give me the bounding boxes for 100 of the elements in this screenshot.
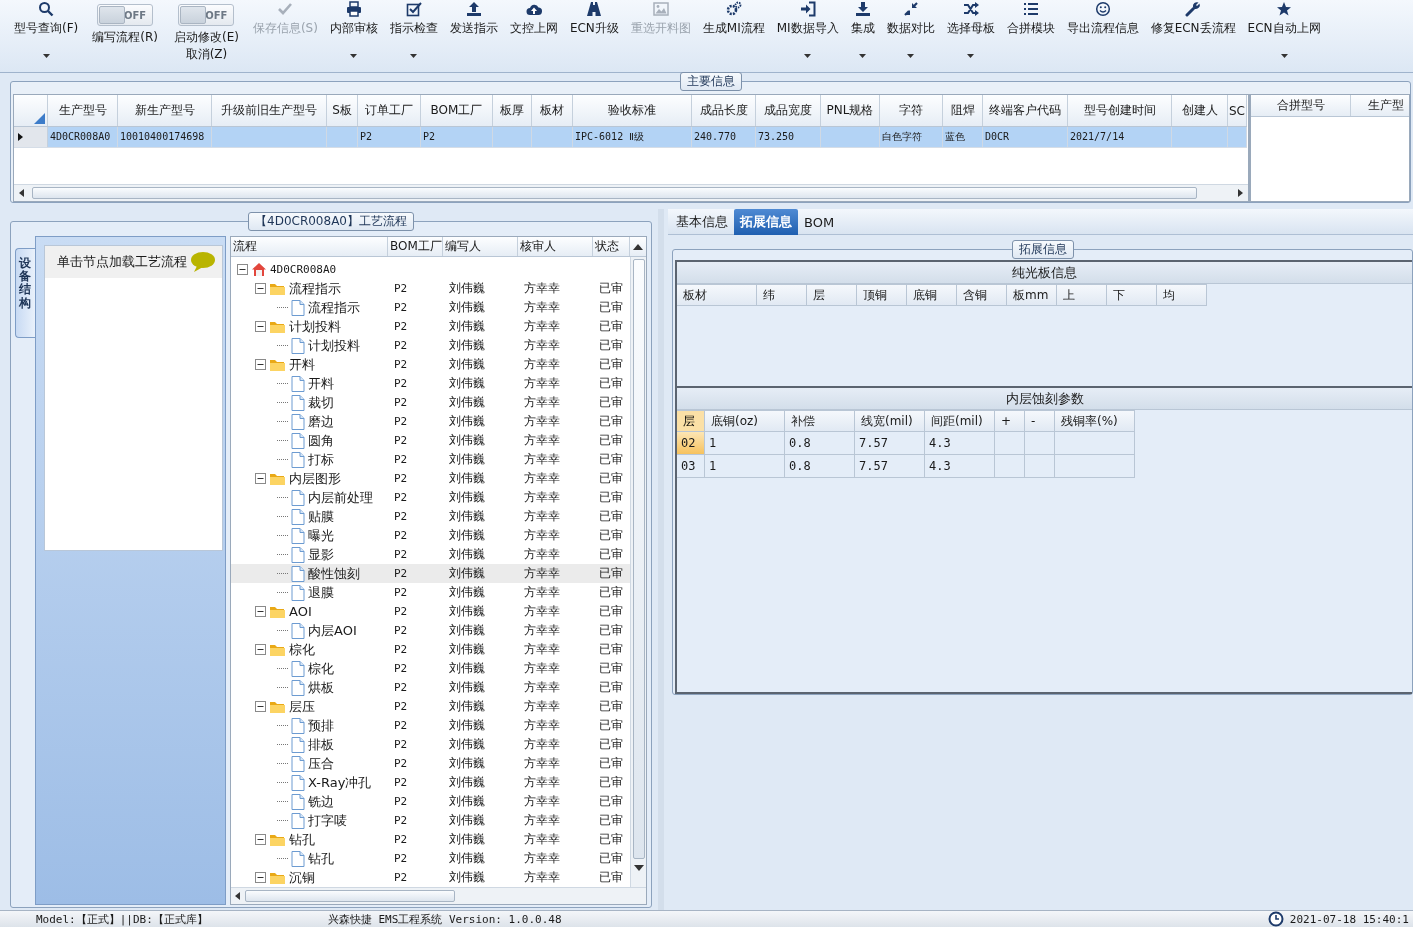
collapse-icon[interactable] xyxy=(255,644,266,655)
column-header[interactable]: SC xyxy=(1228,95,1247,126)
tree-node[interactable]: 打标 xyxy=(308,450,334,469)
column-header[interactable]: 残铜率(%) xyxy=(1055,410,1135,432)
tree-node[interactable]: AOI xyxy=(289,604,312,619)
toolbar-button[interactable]: 导出流程信息 xyxy=(1060,0,1145,70)
tree-node[interactable]: 内层AOI xyxy=(308,621,357,640)
tree-node[interactable]: 棕化 xyxy=(308,659,334,678)
column-header[interactable]: BOM工厂 xyxy=(421,95,493,126)
tree-node[interactable]: 铣边 xyxy=(308,792,334,811)
column-header[interactable]: 底铜(oz) xyxy=(705,410,785,432)
column-header[interactable]: 间距(mil) xyxy=(925,410,995,432)
tree-node[interactable]: 流程指示 xyxy=(289,279,341,298)
column-header[interactable]: 层 xyxy=(677,410,705,432)
scrollbar-thumb[interactable] xyxy=(32,187,1197,199)
tab[interactable]: 拓展信息 xyxy=(734,209,798,235)
tree-node[interactable]: 钻孔 xyxy=(308,849,334,868)
tree-node[interactable]: 计划投料 xyxy=(289,317,341,336)
toolbar-button[interactable]: 集成 xyxy=(844,0,881,70)
column-header[interactable]: 补偿 xyxy=(785,410,855,432)
column-header[interactable]: 生产型 xyxy=(1351,95,1409,116)
collapse-icon[interactable] xyxy=(255,473,266,484)
toolbar-button[interactable]: 合拼模块 xyxy=(1000,0,1061,70)
column-header[interactable]: 终端客户代码 xyxy=(983,95,1068,126)
tree-node[interactable]: 压合 xyxy=(308,754,334,773)
collapse-icon[interactable] xyxy=(255,359,266,370)
column-header[interactable]: S板 xyxy=(327,95,358,126)
tree-node[interactable]: 预排 xyxy=(308,716,334,735)
column-header[interactable]: 型号创建时间 xyxy=(1068,95,1172,126)
collapse-icon[interactable] xyxy=(255,701,266,712)
tree-node[interactable]: 钻孔 xyxy=(289,830,315,849)
toolbar-button[interactable]: 修复ECN丢流程 xyxy=(1144,0,1242,70)
tree-node[interactable]: 开料 xyxy=(308,374,334,393)
toolbar-button[interactable]: ECN升级 xyxy=(563,0,625,70)
tree-node[interactable]: 酸性蚀刻 xyxy=(308,564,360,583)
column-header[interactable]: 状态 xyxy=(593,237,630,256)
tree-node[interactable]: 流程指示 xyxy=(308,298,360,317)
side-tab[interactable]: 设备结构 xyxy=(15,248,35,338)
select-all-icon[interactable] xyxy=(34,113,45,124)
toolbar-button[interactable]: 生成MI流程 xyxy=(696,0,771,70)
column-header[interactable]: 验收标准 xyxy=(573,95,692,126)
column-header[interactable]: 纬 xyxy=(757,284,807,306)
collapse-icon[interactable] xyxy=(255,872,266,883)
column-header[interactable]: 字符 xyxy=(880,95,943,126)
column-header[interactable]: 流程 xyxy=(231,237,388,256)
toggle-switch[interactable]: OFF xyxy=(97,4,154,26)
column-header[interactable]: 板厚 xyxy=(493,95,532,126)
column-header[interactable]: 成品长度 xyxy=(692,95,756,126)
toolbar-button[interactable]: 内部审核 xyxy=(323,0,384,70)
scrollbar-thumb[interactable] xyxy=(245,890,455,902)
toggle-switch[interactable]: OFF xyxy=(178,4,235,26)
collapse-icon[interactable] xyxy=(255,834,266,845)
column-header[interactable]: PNL规格 xyxy=(821,95,880,126)
column-header[interactable]: 新生产型号 xyxy=(118,95,212,126)
tree-node[interactable]: 打字唛 xyxy=(308,811,347,830)
tree-node[interactable]: 棕化 xyxy=(289,640,315,659)
tree-node[interactable]: 显影 xyxy=(308,545,334,564)
column-header[interactable]: 编写人 xyxy=(443,237,518,256)
tree-node[interactable]: 开料 xyxy=(289,355,315,374)
column-header[interactable]: 核审人 xyxy=(518,237,593,256)
tree-node[interactable]: 贴膜 xyxy=(308,507,334,526)
column-header[interactable]: 板mm xyxy=(1007,284,1057,306)
scroll-up-icon[interactable] xyxy=(633,243,643,250)
toolbar-button[interactable]: 型号查询(F) xyxy=(8,0,85,70)
tree-node[interactable]: 退膜 xyxy=(308,583,334,602)
toolbar-button[interactable]: 指示检查 xyxy=(383,0,444,70)
scroll-down-icon[interactable] xyxy=(633,865,644,871)
tree-node[interactable]: 排板 xyxy=(308,735,334,754)
tree-node[interactable]: 4D0CR008A0 xyxy=(270,263,337,276)
toolbar-button[interactable]: 数据对比 xyxy=(880,0,941,70)
column-header[interactable]: + xyxy=(995,410,1025,432)
collapse-icon[interactable] xyxy=(255,606,266,617)
tree-node[interactable]: 层压 xyxy=(289,697,315,716)
tree-node[interactable]: 内层前处理 xyxy=(308,488,373,507)
column-header[interactable]: 线宽(mil) xyxy=(855,410,925,432)
column-header[interactable]: 合拼型号 xyxy=(1251,95,1351,116)
column-header[interactable]: 生产型号 xyxy=(48,95,118,126)
column-header[interactable]: 均 xyxy=(1157,284,1207,306)
column-header[interactable]: 顶铜 xyxy=(857,284,907,306)
tree-node[interactable]: 烘板 xyxy=(308,678,334,697)
column-header[interactable]: 板材 xyxy=(532,95,573,126)
column-header[interactable]: 创建人 xyxy=(1172,95,1228,126)
tree-node[interactable]: 裁切 xyxy=(308,393,334,412)
column-header[interactable]: - xyxy=(1025,410,1055,432)
tree-node[interactable]: 内层图形 xyxy=(289,469,341,488)
toolbar-button[interactable]: 文控上网 xyxy=(503,0,564,70)
column-header[interactable]: 含铜 xyxy=(957,284,1007,306)
tree-node[interactable]: 曝光 xyxy=(308,526,334,545)
toolbar-button[interactable]: MI数据导入 xyxy=(770,0,845,70)
column-header[interactable]: 升级前旧生产型号 xyxy=(212,95,327,126)
tree-node[interactable]: 圆角 xyxy=(308,431,334,450)
column-header[interactable]: 阻焊 xyxy=(943,95,983,126)
tree-node[interactable]: 计划投料 xyxy=(308,336,360,355)
tab[interactable]: BOM xyxy=(798,209,841,235)
tree-node[interactable]: 沉铜 xyxy=(289,868,315,887)
column-header[interactable]: 板材 xyxy=(677,284,757,306)
tree-node[interactable]: X-Ray冲孔 xyxy=(308,773,372,792)
column-header[interactable]: 底铜 xyxy=(907,284,957,306)
column-header[interactable]: 上 xyxy=(1057,284,1107,306)
column-header[interactable]: 成品宽度 xyxy=(756,95,821,126)
